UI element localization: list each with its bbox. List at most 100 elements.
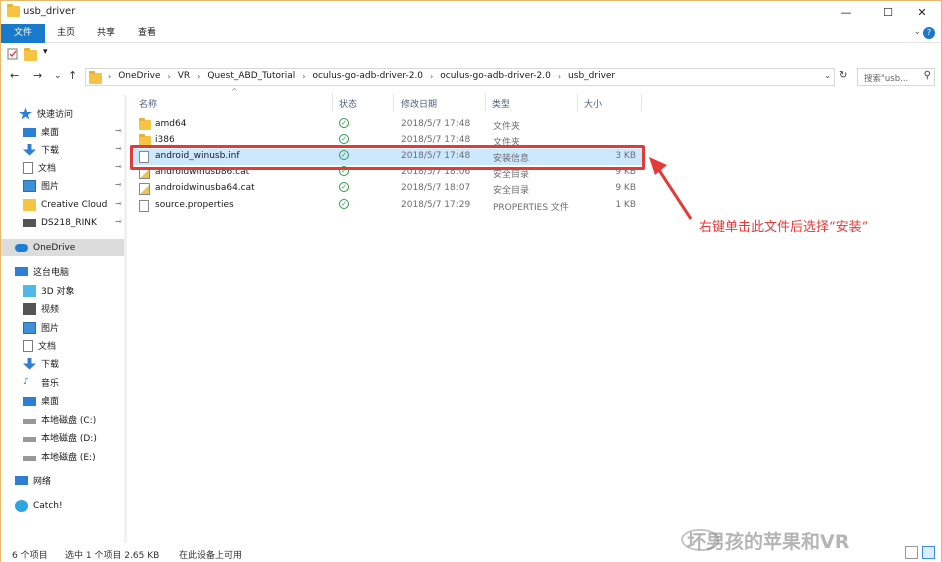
pin-icon: ⊸ — [115, 217, 122, 226]
file-name: androidwinusba64.cat — [155, 183, 255, 193]
large-icons-view-button[interactable] — [922, 546, 935, 559]
sync-status-icon: ✓ — [339, 182, 349, 192]
column-divider[interactable] — [485, 93, 486, 111]
sidebar-item-[interactable]: 图片 ⊸ — [23, 177, 122, 194]
sidebar-item-label: 桌面 — [41, 128, 60, 138]
sidebar-item-[interactable]: 下载 — [23, 355, 59, 372]
column-divider[interactable] — [641, 93, 642, 111]
file-row[interactable]: androidwinusba64.cat ✓ 2018/5/7 18:07 安全目录 9… — [134, 181, 644, 197]
pin-icon: ⊸ — [115, 144, 122, 153]
drive-icon — [23, 419, 36, 424]
breadcrumb-oculus-go-adb-driver-2[interactable]: oculus-go-adb-driver-2.0 — [437, 71, 554, 81]
back-button[interactable]: ← — [10, 69, 19, 82]
sidebar-item-d[interactable]: 本地磁盘 (D:) — [23, 429, 97, 446]
sidebar-item-[interactable]: 快速访问 — [19, 105, 73, 122]
recent-locations-icon[interactable]: ⌄ — [54, 71, 62, 81]
close-button[interactable]: ✕ — [905, 1, 939, 24]
column-type[interactable]: 类型 — [492, 97, 510, 110]
breadcrumb: › OneDrive › VR › Quest_ABD_Tutorial › o… — [104, 71, 618, 81]
column-divider[interactable] — [393, 93, 394, 111]
qat-dropdown-icon[interactable]: ▾ — [43, 47, 48, 57]
highlight-box — [130, 145, 645, 170]
folder-icon — [139, 118, 151, 130]
ribbon-expand-icon[interactable]: ⌄ — [913, 27, 921, 37]
file-row[interactable]: amd64 ✓ 2018/5/7 17:48 文件夹 — [134, 117, 644, 133]
breadcrumb-oculus-go-adb-driver-1[interactable]: oculus-go-adb-driver-2.0 — [309, 71, 426, 81]
search-input[interactable]: 搜索"usb... ⚲ — [857, 68, 935, 86]
window-title: usb_driver — [23, 6, 76, 17]
annotation-text: 右键单击此文件后选择“安装” — [699, 220, 869, 235]
sidebar-item-3d[interactable]: 3D 对象 — [23, 282, 75, 299]
sidebar-item-[interactable]: ♪ 音乐 — [23, 374, 59, 391]
file-size: 1 KB — [615, 200, 636, 210]
sidebar-item-[interactable]: 文档 ⊸ — [23, 159, 122, 176]
sidebar-item-[interactable]: 这台电脑 — [15, 263, 69, 280]
properties-icon[interactable] — [7, 48, 18, 60]
file-date: 2018/5/7 18:07 — [401, 183, 471, 193]
search-icon: ⚲ — [923, 70, 931, 81]
tab-file[interactable]: 文件 — [1, 24, 45, 43]
sidebar-item-label: 这台电脑 — [33, 268, 70, 278]
sidebar-item-label: 视频 — [41, 305, 60, 315]
sidebar-item-[interactable]: 图片 — [23, 319, 59, 336]
file-name: i386 — [155, 135, 175, 145]
details-view-button[interactable] — [905, 546, 918, 559]
address-dropdown-icon[interactable]: ⌄ — [824, 71, 831, 80]
sidebar-item-label: OneDrive — [33, 242, 76, 253]
sidebar-item-onedrive[interactable]: OneDrive — [1, 239, 124, 256]
title-bar[interactable]: usb_driver — ☐ ✕ — [1, 1, 941, 24]
file-row[interactable]: source.properties ✓ 2018/5/7 17:29 PROPERTI… — [134, 198, 644, 214]
column-divider[interactable] — [577, 93, 578, 111]
breadcrumb-usb-driver[interactable]: usb_driver — [565, 71, 618, 81]
column-status[interactable]: 状态 — [339, 97, 357, 110]
drive-icon — [23, 437, 36, 442]
chevron-right-icon: › — [302, 71, 306, 81]
star-icon — [19, 107, 32, 120]
sidebar-item-e[interactable]: 本地磁盘 (E:) — [23, 448, 96, 465]
sidebar-item-[interactable]: 文档 — [23, 337, 56, 354]
sidebar-item-[interactable]: 视频 — [23, 300, 59, 317]
file-date: 2018/5/7 17:48 — [401, 135, 471, 145]
sidebar-item-ds218-rink[interactable]: DS218_RINK ⊸ — [23, 214, 122, 231]
forward-button[interactable]: → — [33, 69, 42, 82]
minimize-button[interactable]: — — [829, 1, 863, 24]
sidebar-item-label: 文档 — [38, 342, 57, 352]
file-date: 2018/5/7 17:29 — [401, 200, 471, 210]
sidebar-item-label: 文档 — [38, 164, 57, 174]
new-folder-icon[interactable] — [24, 48, 37, 61]
maximize-button[interactable]: ☐ — [871, 1, 905, 24]
sidebar-item-[interactable]: 桌面 ⊸ — [23, 123, 122, 140]
tab-share[interactable]: 共享 — [89, 24, 123, 43]
chevron-right-icon: › — [108, 71, 112, 81]
sidebar-item-[interactable]: 桌面 — [23, 392, 59, 409]
sidebar-item-catch[interactable]: Catch! — [15, 497, 63, 514]
sidebar-item-[interactable]: 网络 — [15, 472, 51, 489]
sidebar-item-label: Creative Cloud — [41, 199, 108, 210]
video-icon — [23, 302, 36, 315]
breadcrumb-quest-abd-tutorial[interactable]: Quest_ABD_Tutorial — [204, 71, 298, 81]
column-name[interactable]: 名称 — [139, 97, 157, 110]
address-bar[interactable]: › OneDrive › VR › Quest_ABD_Tutorial › o… — [85, 68, 835, 86]
breadcrumb-vr[interactable]: VR — [175, 71, 193, 81]
column-size[interactable]: 大小 — [584, 97, 602, 110]
sidebar-item-label: 快速访问 — [37, 110, 74, 120]
help-icon[interactable]: ? — [923, 27, 935, 39]
sidebar-item-creative-cloud[interactable]: Creative Cloud ⊸ — [23, 196, 122, 213]
refresh-button[interactable]: ↻ — [839, 70, 847, 81]
column-divider[interactable] — [332, 93, 333, 111]
sidebar-item-label: 下载 — [41, 360, 60, 370]
tab-home[interactable]: 主页 — [49, 24, 83, 43]
document-icon — [23, 161, 33, 174]
file-name: amd64 — [155, 119, 187, 129]
search-placeholder: 搜索"usb... — [864, 74, 909, 84]
selection-info: 选中 1 个项目 2.65 KB — [65, 551, 160, 561]
column-modified[interactable]: 修改日期 — [401, 97, 437, 110]
sidebar-scrollbar[interactable] — [124, 95, 127, 543]
up-button[interactable]: ↑ — [68, 69, 77, 82]
sidebar-item-[interactable]: 下载 ⊸ — [23, 141, 122, 158]
breadcrumb-onedrive[interactable]: OneDrive — [115, 71, 163, 81]
sidebar-item-c[interactable]: 本地磁盘 (C:) — [23, 411, 96, 428]
folder-icon — [23, 198, 36, 211]
tab-view[interactable]: 查看 — [130, 24, 164, 43]
sidebar-item-label: 本地磁盘 (C:) — [41, 416, 97, 426]
